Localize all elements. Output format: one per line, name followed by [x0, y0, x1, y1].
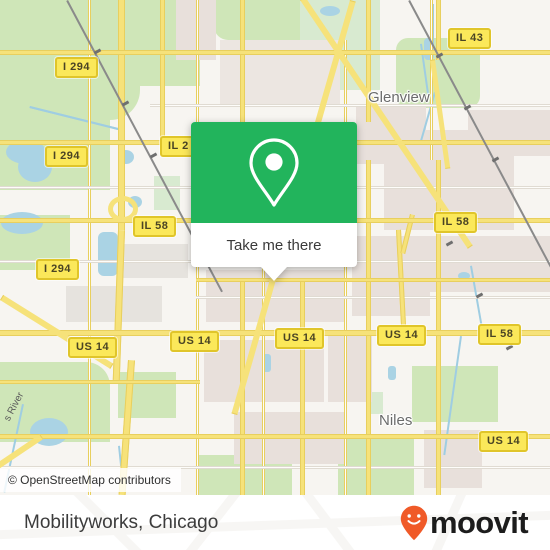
road-shield: I 294 — [36, 259, 79, 280]
road-shield: IL 43 — [448, 28, 492, 49]
road-shield: I 294 — [45, 146, 88, 167]
popup-header — [191, 122, 357, 223]
road-shield: IL 58 — [434, 212, 478, 233]
moovit-pin-icon — [400, 505, 428, 540]
moovit-map-screenshot: I 294 I 294 I 294 IL 58 IL 2 IL 43 IL 58 IL 58 U… — [0, 0, 550, 550]
road-shield: US 14 — [377, 325, 427, 346]
road-shield: I 294 — [55, 57, 98, 78]
location-popup[interactable]: Take me there — [191, 122, 357, 281]
osm-attribution[interactable]: © OpenStreetMap contributors — [0, 468, 181, 492]
road-shield: US 14 — [170, 331, 220, 352]
footer-bar: Mobilityworks, Chicago moovit — [0, 495, 550, 550]
place-label: Niles — [379, 412, 413, 429]
place-label: Glenview — [368, 89, 430, 106]
place-title: Mobilityworks, Chicago — [24, 511, 219, 533]
road-shield: US 14 — [68, 337, 118, 358]
map-pin-icon — [249, 137, 299, 207]
road-shield: IL 58 — [478, 324, 522, 345]
moovit-logo[interactable]: moovit — [400, 505, 529, 541]
road-shield: US 14 — [275, 328, 325, 349]
take-me-there-button[interactable]: Take me there — [191, 223, 357, 267]
road-shield: US 14 — [479, 431, 529, 452]
moovit-wordmark: moovit — [429, 505, 529, 540]
map-canvas[interactable]: I 294 I 294 I 294 IL 58 IL 2 IL 43 IL 58 IL 58 U… — [0, 0, 550, 495]
road-shield: IL 58 — [133, 216, 177, 237]
take-me-there-label: Take me there — [226, 236, 322, 254]
popup-tail — [261, 267, 287, 281]
